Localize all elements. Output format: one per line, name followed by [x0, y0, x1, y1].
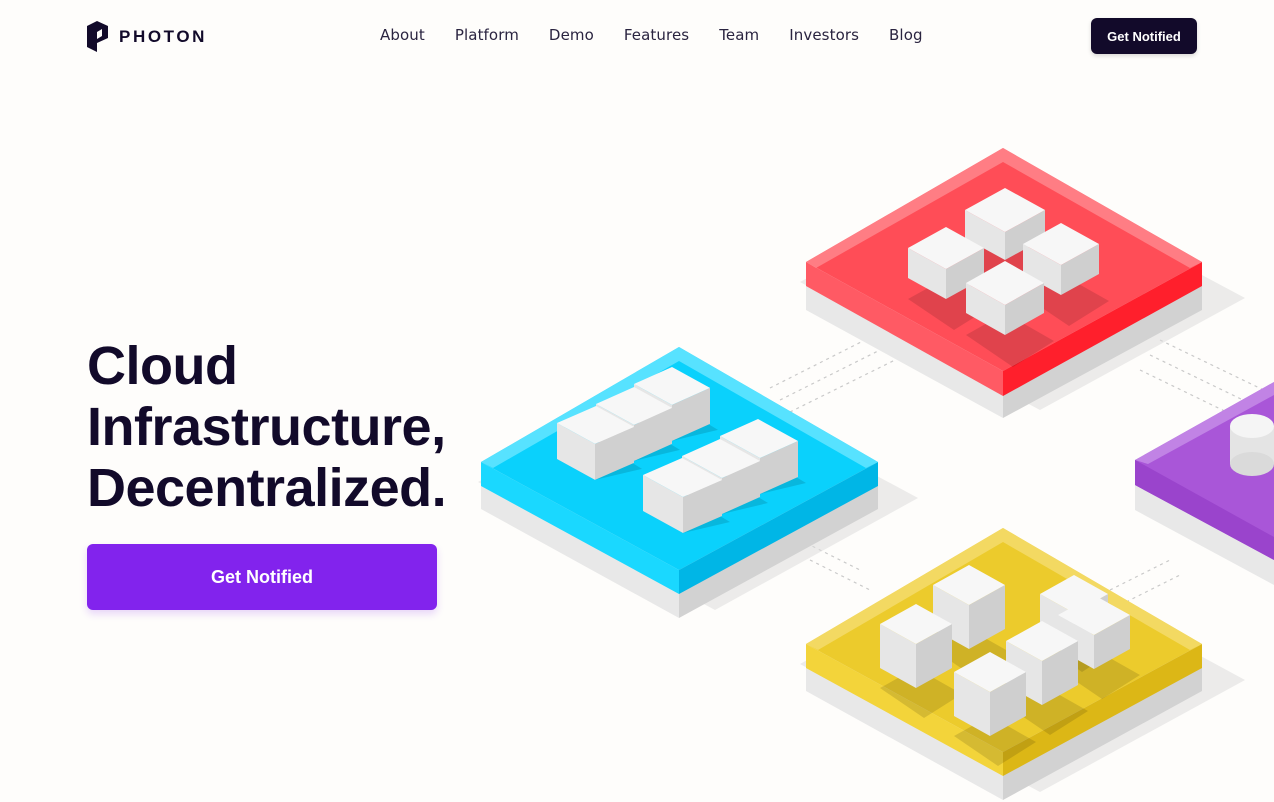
- nav-item-features[interactable]: Features: [624, 26, 689, 44]
- yellow-tile-block: [933, 565, 1015, 679]
- blue-tile-block: [634, 367, 718, 441]
- dashed-connector-lines: [769, 339, 1274, 606]
- red-tile-block: [965, 188, 1055, 292]
- blue-tile-block: [720, 419, 806, 494]
- brand-logo[interactable]: PHOTON: [87, 21, 207, 52]
- yellow-tile-block: [1006, 621, 1088, 735]
- blue-tile-block: [643, 458, 730, 533]
- headline-line-1: Cloud: [87, 336, 238, 396]
- headline-line-3: Decentralized.: [87, 458, 447, 518]
- purple-platform-tile: [1135, 382, 1274, 585]
- yellow-tile-block: [1040, 575, 1118, 672]
- red-tile-block: [1023, 223, 1109, 326]
- yellow-tile-block: [1058, 595, 1140, 699]
- blue-tile-block: [682, 439, 768, 514]
- photon-logo-icon: [87, 21, 108, 52]
- main-navigation: About Platform Demo Features Team Invest…: [380, 26, 953, 44]
- nav-item-investors[interactable]: Investors: [789, 26, 859, 44]
- nav-item-team[interactable]: Team: [719, 26, 759, 44]
- red-tile-block: [966, 261, 1054, 367]
- brand-name: PHOTON: [119, 26, 208, 46]
- yellow-platform-tile: [800, 528, 1245, 800]
- blue-tile-block: [596, 387, 680, 461]
- nav-item-about[interactable]: About: [380, 26, 425, 44]
- yellow-tile-block: [880, 604, 962, 718]
- purple-tile-cylinder: [1230, 414, 1274, 476]
- nav-item-blog[interactable]: Blog: [889, 26, 923, 44]
- red-tile-block: [908, 227, 994, 330]
- hero-get-notified-button[interactable]: Get Notified: [87, 544, 437, 610]
- header-get-notified-button[interactable]: Get Notified: [1091, 18, 1197, 54]
- yellow-tile-block: [954, 652, 1036, 766]
- blue-platform-tile: [478, 347, 918, 618]
- headline-line-2: Infrastructure,: [87, 397, 446, 457]
- red-platform-tile: [800, 148, 1245, 418]
- hero-headline: Cloud Infrastructure, Decentralized.: [87, 336, 447, 519]
- blue-tile-block: [557, 406, 642, 480]
- nav-item-demo[interactable]: Demo: [549, 26, 594, 44]
- nav-item-platform[interactable]: Platform: [455, 26, 519, 44]
